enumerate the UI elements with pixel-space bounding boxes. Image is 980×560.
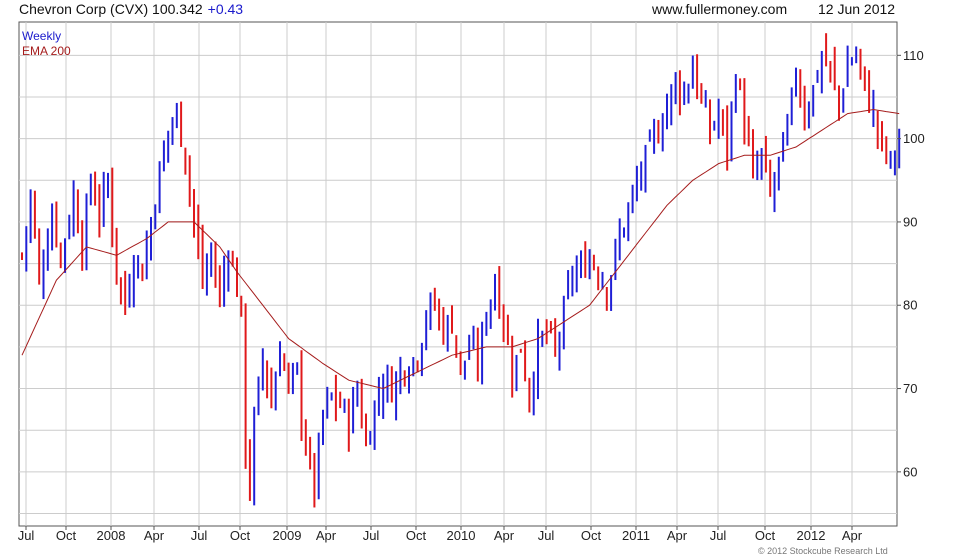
- y-tick-label: 60: [903, 464, 917, 479]
- x-tick-label: Apr: [144, 528, 165, 543]
- y-tick-label: 80: [903, 298, 917, 313]
- x-tick-label: Oct: [581, 528, 602, 543]
- x-tick-label: 2011: [622, 528, 650, 543]
- y-tick-label: 90: [903, 214, 917, 229]
- y-axis: 60 70 80 90 100 110: [897, 48, 925, 479]
- x-tick-label: 2009: [273, 528, 302, 543]
- x-tick-label: Jul: [18, 528, 35, 543]
- y-tick-label: 100: [903, 131, 925, 146]
- legend-ema-200: EMA 200: [22, 44, 71, 58]
- x-tick-label: 2010: [447, 528, 476, 543]
- x-tick-label: Jul: [710, 528, 727, 543]
- y-tick-label: 110: [903, 48, 924, 63]
- x-tick-label: 2008: [97, 528, 126, 543]
- x-tick-label: Apr: [494, 528, 515, 543]
- x-axis: Jul Oct 2008 Apr Jul Oct 2009 Apr Jul Oct 2010 Apr J…: [18, 526, 863, 543]
- x-tick-label: Oct: [406, 528, 427, 543]
- x-tick-label: Apr: [667, 528, 688, 543]
- x-tick-label: Apr: [316, 528, 337, 543]
- x-tick-label: Jul: [191, 528, 208, 543]
- x-tick-label: Jul: [538, 528, 555, 543]
- x-tick-label: Jul: [363, 528, 380, 543]
- x-tick-label: Apr: [842, 528, 863, 543]
- legend-weekly: Weekly: [22, 29, 61, 43]
- y-tick-label: 70: [903, 381, 917, 396]
- x-tick-label: 2012: [797, 528, 826, 543]
- price-chart: Jul Oct 2008 Apr Jul Oct 2009 Apr Jul Oct 2010 Apr J…: [18, 21, 925, 543]
- copyright-notice: © 2012 Stockcube Research Ltd: [758, 546, 888, 556]
- x-tick-label: Oct: [56, 528, 77, 543]
- x-tick-label: Oct: [230, 528, 251, 543]
- x-tick-label: Oct: [755, 528, 776, 543]
